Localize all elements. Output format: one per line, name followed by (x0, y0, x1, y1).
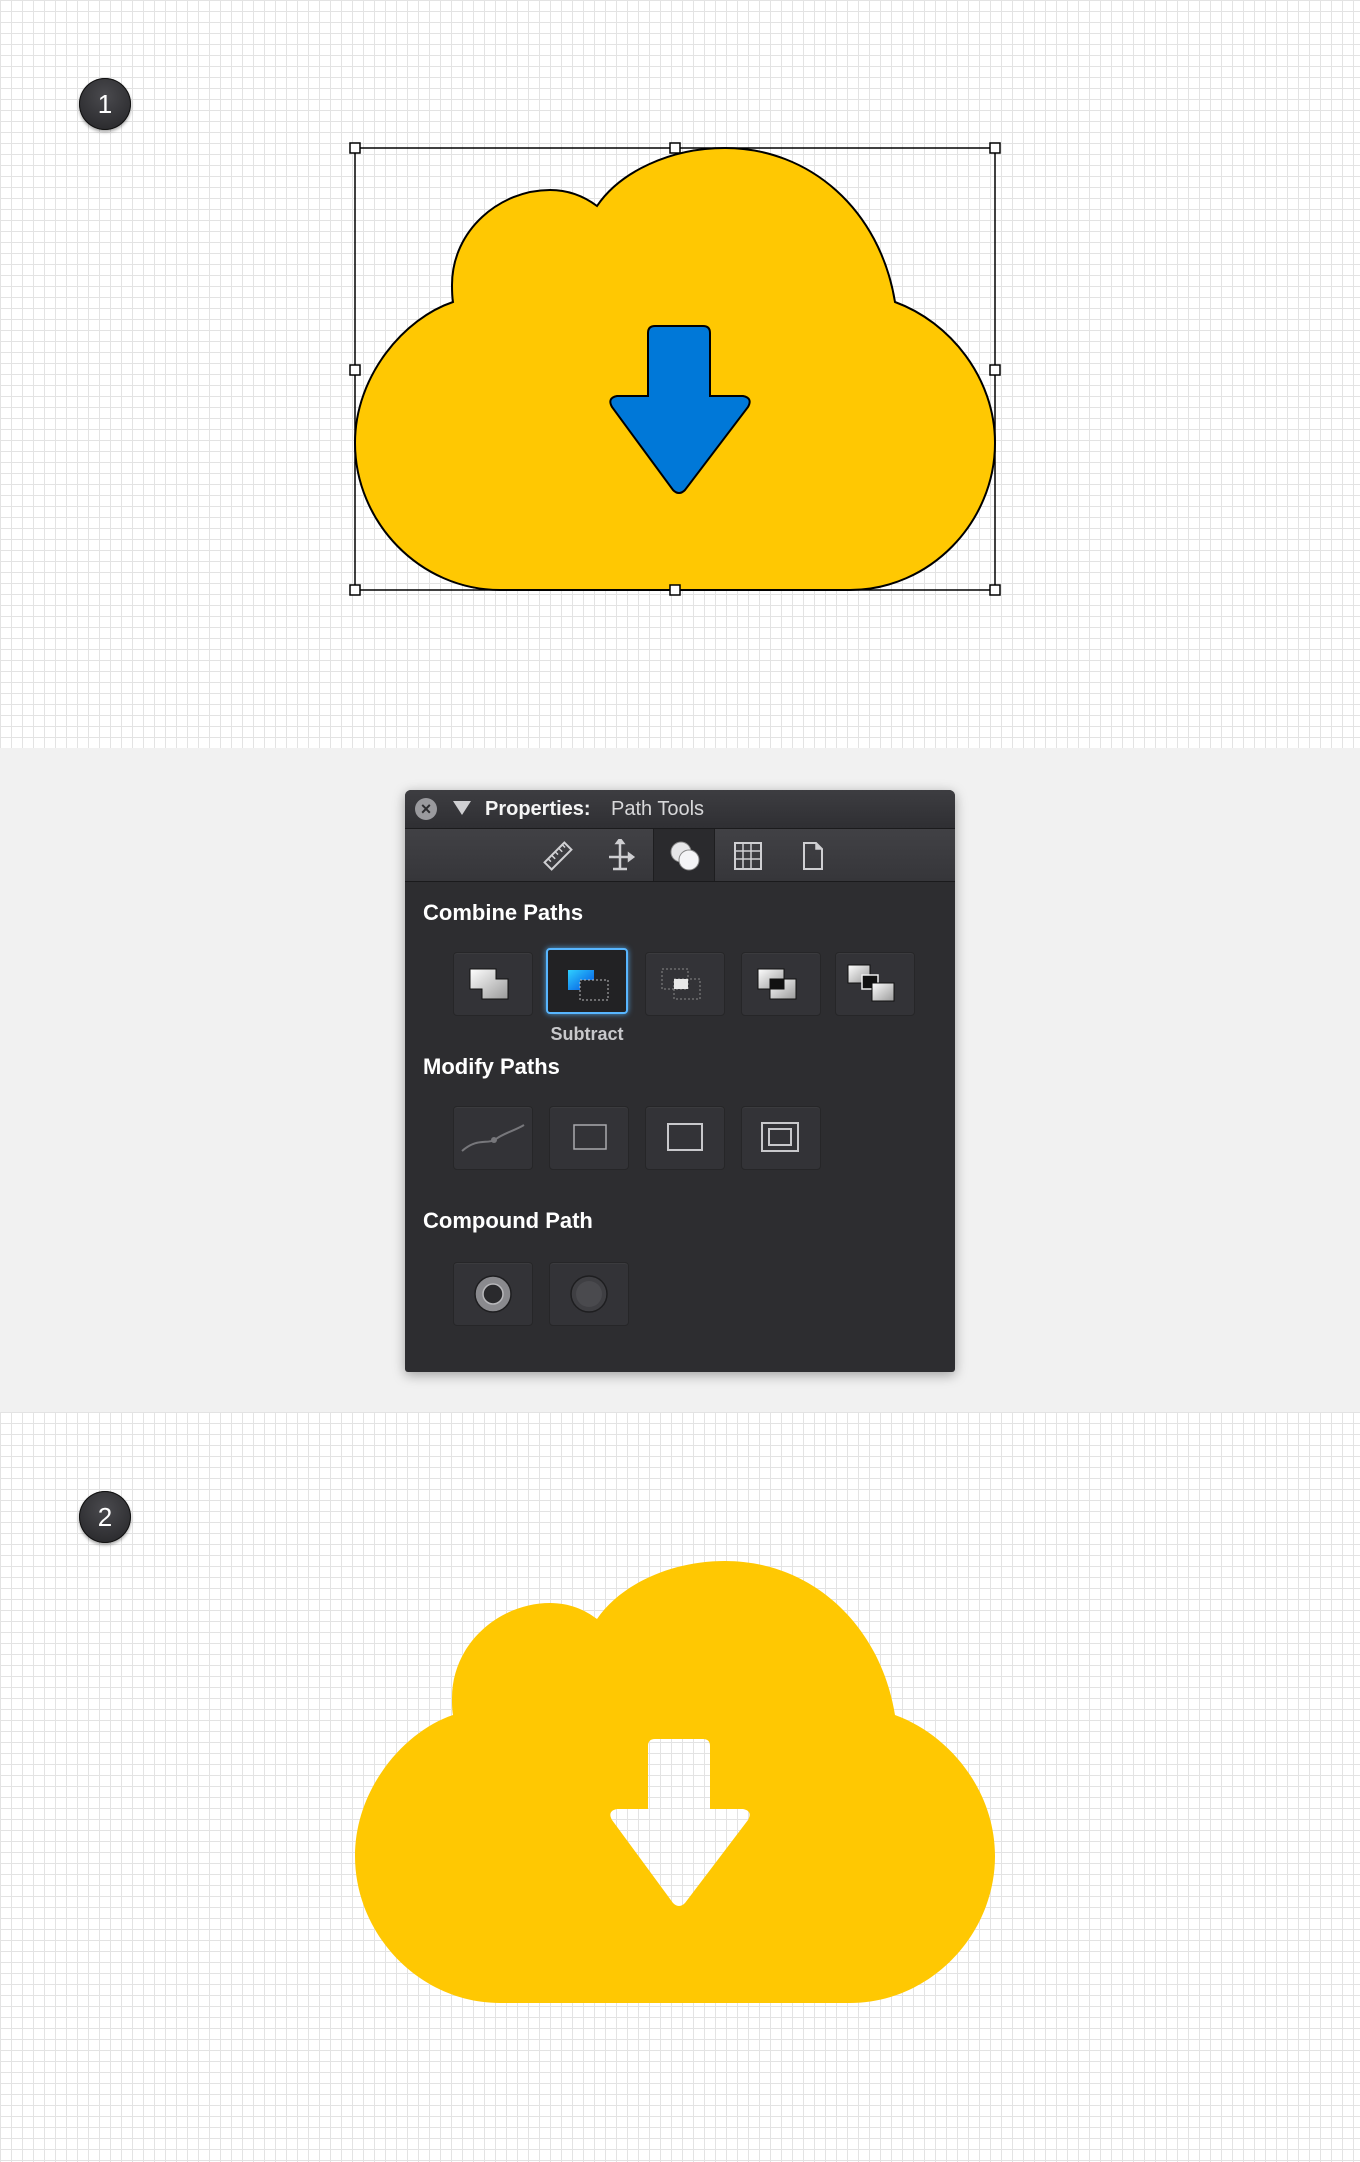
modify-paths-label: Modify Paths (423, 1054, 560, 1079)
combine-paths-label: Combine Paths (423, 900, 584, 925)
outset-path-button[interactable] (645, 1106, 725, 1170)
compound-path-label: Compound Path (423, 1208, 593, 1233)
intersect-button[interactable] (645, 952, 725, 1016)
inset-path-button[interactable] (549, 1106, 629, 1170)
collapse-triangle-icon[interactable] (453, 801, 471, 815)
cloud-result-shape (355, 1561, 995, 2003)
exclude-button[interactable] (741, 952, 821, 1016)
subtract-caption: Subtract (550, 1024, 624, 1044)
path-tools-icon[interactable] (653, 829, 715, 881)
grid-icon[interactable] (717, 829, 777, 881)
offset-path-button[interactable] (741, 1106, 821, 1170)
divide-button[interactable] (835, 952, 915, 1016)
move-transform-icon[interactable] (589, 829, 649, 881)
document-icon[interactable] (781, 829, 841, 881)
make-compound-button[interactable] (453, 1262, 533, 1326)
properties-panel: × Properties: Path Tools Combine Paths S… (405, 790, 955, 1372)
panel-toolbar (405, 829, 955, 882)
release-compound-button[interactable] (549, 1262, 629, 1326)
panel-title-value: Path Tools (611, 798, 705, 820)
panel-title-label: Properties: (485, 798, 591, 820)
union-button[interactable] (453, 952, 533, 1016)
subtract-button[interactable] (546, 948, 628, 1014)
close-icon[interactable]: × (415, 798, 437, 820)
panel-title-bar: × Properties: Path Tools (405, 790, 955, 829)
ruler-icon[interactable] (527, 829, 587, 881)
smooth-path-button[interactable] (453, 1106, 533, 1170)
